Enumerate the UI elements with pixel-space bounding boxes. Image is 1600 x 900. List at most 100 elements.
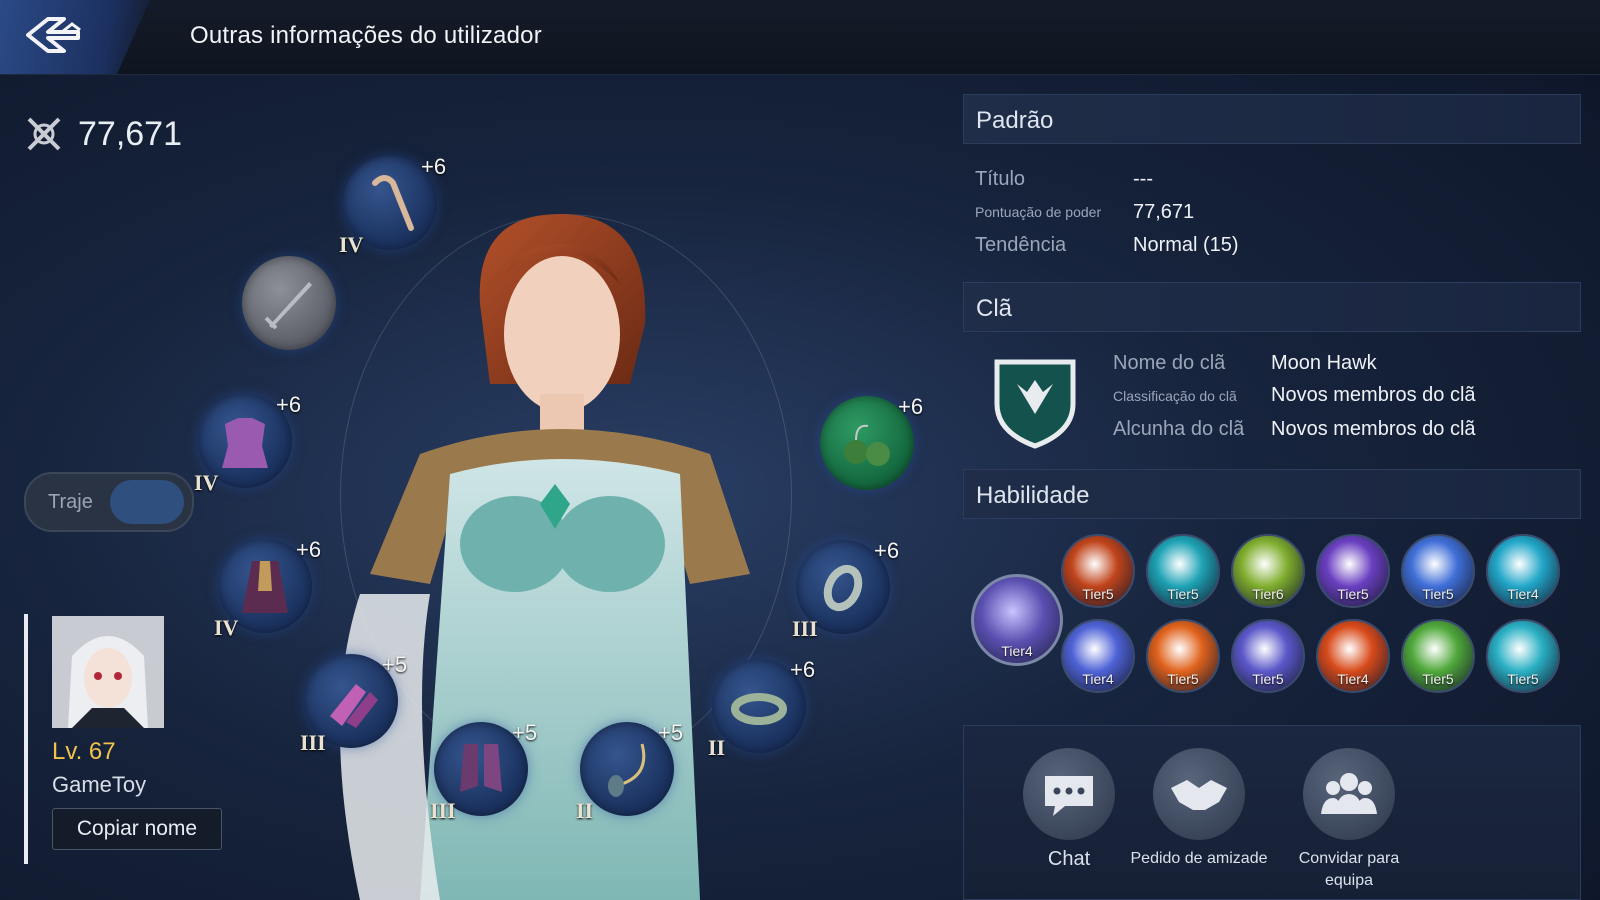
power-label: Pontuação de poder <box>975 204 1102 220</box>
grade-label: II <box>576 798 594 823</box>
power-readout: 77,671 <box>24 114 182 154</box>
equip-slot-boots[interactable]: +5 III <box>430 720 537 823</box>
section-title: Padrão <box>976 107 1054 134</box>
skill-slot[interactable]: Tier6 <box>1231 534 1305 608</box>
invite-party-label: Convidar para equipa <box>1298 850 1400 889</box>
player-level: Lv. 67 <box>52 738 116 765</box>
bracelet-icon <box>731 693 787 725</box>
invite-icon-circle <box>1303 748 1395 840</box>
skill-slot[interactable]: Tier4 <box>1316 619 1390 693</box>
skill-tier: Tier5 <box>1082 586 1114 602</box>
clan-rank-value: Novos membros do clã <box>1271 384 1476 406</box>
skill-slot[interactable]: Tier5 <box>1146 619 1220 693</box>
enhance-level: +6 <box>276 392 302 417</box>
costume-label: Traje <box>48 491 93 513</box>
section-header-clan: Clã <box>963 282 1581 332</box>
cloak-icon <box>242 561 288 613</box>
grade-label: II <box>708 735 726 760</box>
costume-toggle[interactable]: Traje <box>24 472 194 532</box>
armor-icon <box>222 418 268 468</box>
friend-request-label: Pedido de amizade <box>1130 850 1268 867</box>
skill-slot[interactable]: Tier4 <box>1486 534 1560 608</box>
equip-slot-earrings[interactable]: +6 <box>820 394 923 490</box>
skill-tier: Tier6 <box>1252 586 1284 602</box>
title-label: Título <box>975 168 1026 190</box>
grade-label: III <box>300 730 326 755</box>
enhance-level: +5 <box>658 720 684 745</box>
invite-party-button[interactable]: Convidar para equipa <box>1274 748 1424 892</box>
back-button[interactable] <box>18 10 98 64</box>
friend-request-button[interactable]: Pedido de amizade <box>1124 748 1274 870</box>
enhance-level: +6 <box>874 538 900 563</box>
handshake-icon <box>1171 780 1227 810</box>
enhance-level: +6 <box>296 537 322 562</box>
skill-tier: Tier5 <box>1422 671 1454 687</box>
enhance-level: +6 <box>790 657 816 682</box>
grade-label: IV <box>194 470 219 495</box>
portrait-image <box>52 616 164 728</box>
equip-slot-necklace[interactable]: +5 II <box>576 720 683 823</box>
skill-slot[interactable]: Tier5 <box>1231 619 1305 693</box>
necklace-icon <box>608 743 646 797</box>
equip-slot-staff[interactable]: +6 IV <box>339 154 446 257</box>
skill-tier: Tier4 <box>1001 643 1033 659</box>
skill-tier: Tier4 <box>1082 671 1114 687</box>
power-value: 77,671 <box>78 114 182 153</box>
skill-slot[interactable]: Tier5 <box>1486 619 1560 693</box>
equip-slot-gloves[interactable]: +5 III <box>300 652 407 755</box>
chat-icon <box>1045 776 1093 816</box>
friend-icon-circle <box>1153 748 1245 840</box>
skill-tier: Tier5 <box>1337 586 1369 602</box>
equip-slot-bracelet[interactable]: +6 II <box>708 657 815 760</box>
power-score-value: 77,671 <box>1133 201 1195 223</box>
crossed-swords-icon <box>27 117 61 151</box>
back-arrow-icon <box>26 17 81 53</box>
skill-slot[interactable]: Tier5 <box>1401 534 1475 608</box>
skill-tier: Tier5 <box>1167 671 1199 687</box>
clan-name-label: Nome do clã <box>1113 352 1226 374</box>
skills-grid: Tier4 Tier5 Tier5 Tier6 Tier5 Tier5 Tier4 Tier… <box>963 534 1581 714</box>
skill-tier: Tier5 <box>1167 586 1199 602</box>
chat-button[interactable]: Chat <box>994 748 1144 870</box>
sword-icon <box>264 282 312 330</box>
section-title: Habilidade <box>976 482 1090 509</box>
party-icon <box>1321 773 1377 814</box>
clan-nickname-label: Alcunha do clã <box>1113 418 1245 440</box>
skill-tier: Tier5 <box>1507 671 1539 687</box>
clan-rank-label: Classificação do clã <box>1113 388 1237 404</box>
boots-icon <box>460 744 502 792</box>
skill-slot[interactable]: Tier5 <box>1146 534 1220 608</box>
enhance-level: +6 <box>898 394 924 419</box>
page-title: Outras informações do utilizador <box>190 22 542 49</box>
equip-slot-cloak[interactable]: +6 IV <box>214 537 321 640</box>
copy-name-button[interactable]: Copiar nome <box>52 808 222 850</box>
grade-label: III <box>792 616 818 641</box>
skill-slot-main[interactable]: Tier4 <box>971 574 1063 666</box>
skill-tier: Tier5 <box>1422 586 1454 602</box>
skill-slot[interactable]: Tier4 <box>1061 619 1135 693</box>
gloves-icon <box>330 684 378 728</box>
equip-slot-armor[interactable]: +6 IV <box>194 392 301 495</box>
tendency-label: Tendência <box>975 234 1067 256</box>
equip-slot-weapon-empty[interactable] <box>242 256 336 350</box>
ring-icon <box>823 564 863 612</box>
equip-slot-ring[interactable]: +6 III <box>792 538 899 641</box>
skill-slot[interactable]: Tier5 <box>1316 534 1390 608</box>
skill-tier: Tier4 <box>1337 671 1369 687</box>
grade-label: IV <box>339 232 364 257</box>
player-card: Lv. 67 GameToy Copiar nome <box>24 614 228 864</box>
enhance-level: +6 <box>421 154 447 179</box>
skill-slot[interactable]: Tier5 <box>1401 619 1475 693</box>
character-stage: 77,671 +6 IV +6 IV +6 IV +5 III +5 III +… <box>0 74 955 900</box>
player-name: GameToy <box>52 772 147 797</box>
skill-tier: Tier5 <box>1252 671 1284 687</box>
section-header-standard: Padrão <box>963 94 1581 144</box>
clan-nickname-value: Novos membros do clã <box>1271 418 1476 440</box>
enhance-level: +5 <box>512 720 538 745</box>
staff-icon <box>372 175 414 231</box>
title-value: --- <box>1133 168 1153 190</box>
grade-label: III <box>430 798 456 823</box>
avatar <box>52 616 164 728</box>
skill-slot[interactable]: Tier5 <box>1061 534 1135 608</box>
earrings-icon <box>844 424 890 466</box>
